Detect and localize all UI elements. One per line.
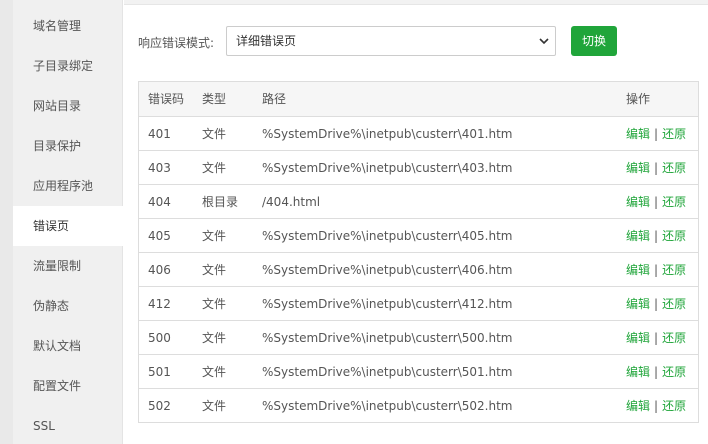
edit-link[interactable]: 编辑 — [626, 161, 650, 175]
row-code: 502 — [148, 399, 171, 413]
table-row: 401 文件 %SystemDrive%\inetpub\custerr\401.h… — [139, 116, 698, 150]
sidebar-item-traffic-limit[interactable]: 流量限制 — [0, 246, 123, 286]
ops-separator: | — [654, 127, 659, 141]
restore-link[interactable]: 还原 — [662, 331, 686, 345]
row-operations: 编辑 | 还原 — [626, 287, 686, 321]
restore-link[interactable]: 还原 — [662, 365, 686, 379]
table-row: 405 文件 %SystemDrive%\inetpub\custerr\405.h… — [139, 218, 698, 252]
row-operations: 编辑 | 还原 — [626, 117, 686, 151]
row-path: %SystemDrive%\inetpub\custerr\502.htm — [262, 399, 513, 413]
chevron-down-icon — [539, 38, 549, 45]
sidebar-item-dir-protect[interactable]: 目录保护 — [0, 126, 123, 166]
row-type: 文件 — [202, 161, 227, 175]
ops-separator: | — [654, 195, 659, 209]
ops-separator: | — [654, 263, 659, 277]
row-path: %SystemDrive%\inetpub\custerr\501.htm — [262, 365, 513, 379]
ops-separator: | — [654, 161, 659, 175]
row-code: 406 — [148, 263, 171, 277]
table-row: 412 文件 %SystemDrive%\inetpub\custerr\412.h… — [139, 286, 698, 320]
row-type: 文件 — [202, 331, 227, 345]
row-operations: 编辑 | 还原 — [626, 151, 686, 185]
table-row: 502 文件 %SystemDrive%\inetpub\custerr\502.h… — [139, 388, 698, 422]
sidebar-item-default-doc[interactable]: 默认文档 — [0, 326, 123, 366]
row-code: 401 — [148, 127, 171, 141]
switch-button[interactable]: 切换 — [571, 26, 617, 56]
row-operations: 编辑 | 还原 — [626, 185, 686, 219]
row-type: 文件 — [202, 229, 227, 243]
row-operations: 编辑 | 还原 — [626, 253, 686, 287]
header-ops: 操作 — [626, 92, 651, 106]
edit-link[interactable]: 编辑 — [626, 297, 650, 311]
ops-separator: | — [654, 229, 659, 243]
sidebar-item-ssl[interactable]: SSL — [0, 406, 123, 444]
edit-link[interactable]: 编辑 — [626, 331, 650, 345]
row-type: 文件 — [202, 127, 227, 141]
row-path: %SystemDrive%\inetpub\custerr\406.htm — [262, 263, 513, 277]
table-row: 406 文件 %SystemDrive%\inetpub\custerr\406.h… — [139, 252, 698, 286]
content-top-border — [124, 0, 708, 5]
header-type: 类型 — [202, 92, 227, 106]
sidebar-item-error-page[interactable]: 错误页 — [13, 206, 124, 246]
row-type: 文件 — [202, 263, 227, 277]
restore-link[interactable]: 还原 — [662, 127, 686, 141]
sidebar-item-site-dir[interactable]: 网站目录 — [0, 86, 123, 126]
error-page-table: 错误码 类型 路径 操作 401 文件 %SystemDrive%\inetpub\… — [138, 81, 699, 423]
sidebar-item-app-pool[interactable]: 应用程序池 — [0, 166, 123, 206]
row-code: 404 — [148, 195, 171, 209]
restore-link[interactable]: 还原 — [662, 399, 686, 413]
row-code: 501 — [148, 365, 171, 379]
error-mode-select[interactable]: 详细错误页 — [226, 26, 556, 56]
restore-link[interactable]: 还原 — [662, 195, 686, 209]
restore-link[interactable]: 还原 — [662, 161, 686, 175]
edit-link[interactable]: 编辑 — [626, 365, 650, 379]
restore-link[interactable]: 还原 — [662, 263, 686, 277]
sidebar-item-subdir-binding[interactable]: 子目录绑定 — [0, 46, 123, 86]
row-type: 文件 — [202, 365, 227, 379]
row-operations: 编辑 | 还原 — [626, 355, 686, 389]
sidebar-item-config-file[interactable]: 配置文件 — [0, 366, 123, 406]
row-code: 412 — [148, 297, 171, 311]
row-type: 文件 — [202, 297, 227, 311]
error-mode-selected-value: 详细错误页 — [236, 34, 297, 48]
error-mode-label: 响应错误模式: — [138, 36, 215, 50]
ops-separator: | — [654, 365, 659, 379]
row-path: %SystemDrive%\inetpub\custerr\401.htm — [262, 127, 513, 141]
sidebar-item-domain[interactable]: 域名管理 — [0, 6, 123, 46]
header-path: 路径 — [262, 92, 287, 106]
edit-link[interactable]: 编辑 — [626, 229, 650, 243]
table-row: 404 根目录/404.html 编辑 | 还原 — [139, 184, 698, 218]
row-operations: 编辑 | 还原 — [626, 321, 686, 355]
row-operations: 编辑 | 还原 — [626, 389, 686, 423]
restore-link[interactable]: 还原 — [662, 297, 686, 311]
edit-link[interactable]: 编辑 — [626, 263, 650, 277]
sidebar: 域名管理 子目录绑定 网站目录 目录保护 应用程序池 错误页 流量限制 伪静态 … — [0, 0, 124, 444]
row-path: %SystemDrive%\inetpub\custerr\500.htm — [262, 331, 513, 345]
ops-separator: | — [654, 331, 659, 345]
row-type: 根目录 — [202, 195, 239, 209]
row-path: %SystemDrive%\inetpub\custerr\412.htm — [262, 297, 513, 311]
row-code: 405 — [148, 229, 171, 243]
edit-link[interactable]: 编辑 — [626, 127, 650, 141]
row-code: 500 — [148, 331, 171, 345]
ops-separator: | — [654, 399, 659, 413]
table-row: 403 文件 %SystemDrive%\inetpub\custerr\403.h… — [139, 150, 698, 184]
row-path: /404.html — [262, 195, 321, 209]
table-body: 401 文件 %SystemDrive%\inetpub\custerr\401.h… — [139, 116, 698, 422]
edit-link[interactable]: 编辑 — [626, 399, 650, 413]
table-row: 500 文件 %SystemDrive%\inetpub\custerr\500.h… — [139, 320, 698, 354]
row-code: 403 — [148, 161, 171, 175]
row-type: 文件 — [202, 399, 227, 413]
row-path: %SystemDrive%\inetpub\custerr\405.htm — [262, 229, 513, 243]
row-operations: 编辑 | 还原 — [626, 219, 686, 253]
table-row: 501 文件 %SystemDrive%\inetpub\custerr\501.h… — [139, 354, 698, 388]
table-header: 错误码 类型 路径 操作 — [139, 82, 698, 116]
restore-link[interactable]: 还原 — [662, 229, 686, 243]
header-code: 错误码 — [148, 92, 185, 106]
sidebar-item-rewrite[interactable]: 伪静态 — [0, 286, 123, 326]
ops-separator: | — [654, 297, 659, 311]
edit-link[interactable]: 编辑 — [626, 195, 650, 209]
row-path: %SystemDrive%\inetpub\custerr\403.htm — [262, 161, 513, 175]
